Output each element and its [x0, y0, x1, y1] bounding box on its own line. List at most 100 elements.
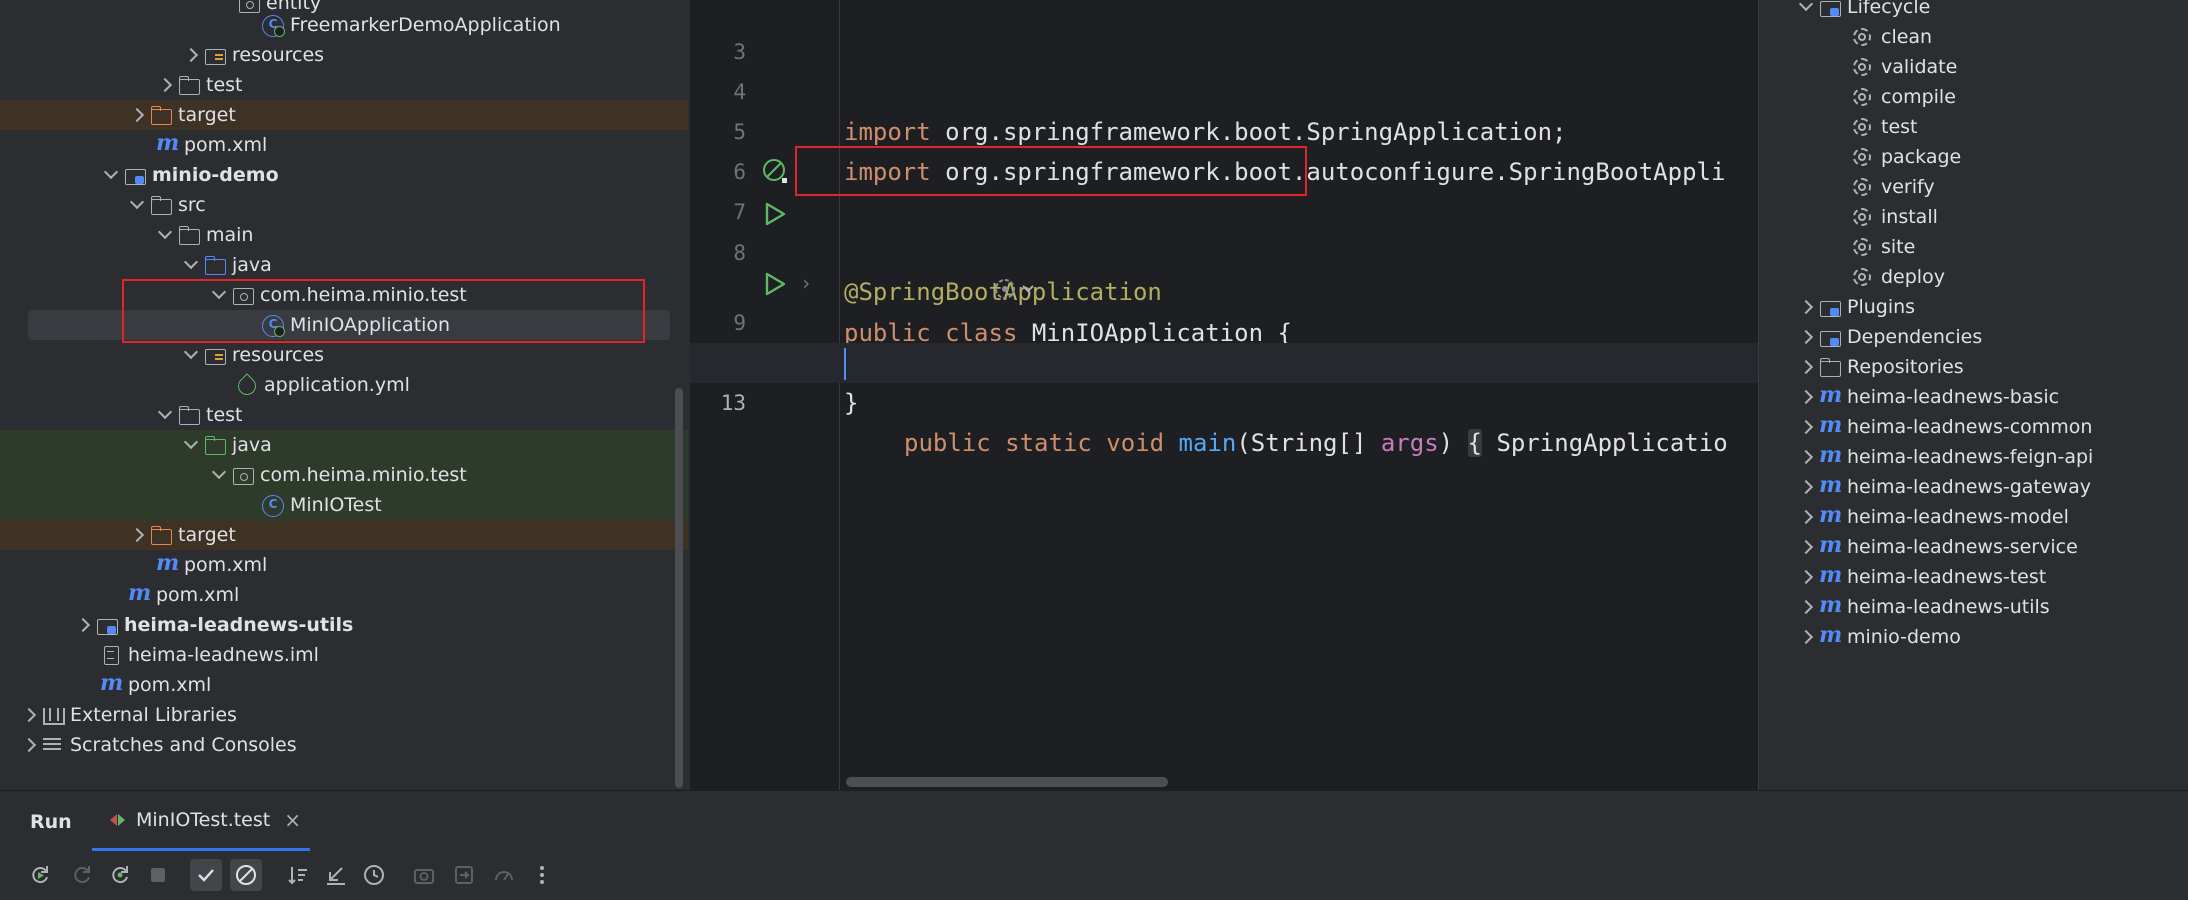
chevron-right-icon[interactable] — [1795, 502, 1819, 532]
export-icon[interactable] — [448, 859, 480, 891]
chevron-right-icon[interactable] — [1795, 592, 1819, 622]
run-gutter-icon[interactable] — [762, 201, 786, 226]
tree-item-pom[interactable]: pom.xml — [0, 550, 688, 580]
fold-chevron-icon[interactable]: › — [800, 263, 812, 303]
tree-item-target[interactable]: target — [0, 100, 688, 130]
spring-bean-gutter-icon[interactable] — [762, 158, 787, 183]
tree-item-scratches[interactable]: Scratches and Consoles — [0, 730, 688, 760]
chevron-right-icon[interactable] — [1795, 532, 1819, 562]
maven-goal-verify[interactable]: verify — [1851, 172, 1935, 202]
maven-plugins-node[interactable]: Plugins — [1795, 292, 1915, 322]
tree-item-target[interactable]: target — [0, 520, 688, 550]
chevron-down-icon[interactable] — [154, 220, 178, 250]
import-icon[interactable] — [488, 859, 520, 891]
run-tab-minio-test[interactable]: MinIOTest.test × — [92, 791, 310, 851]
chevron-right-icon[interactable] — [1795, 382, 1819, 412]
maven-dependencies-node[interactable]: Dependencies — [1795, 322, 1982, 352]
collapse-all-icon[interactable] — [320, 859, 352, 891]
bean-inlay-icon[interactable] — [906, 234, 1034, 299]
horizontal-scrollbar[interactable] — [846, 777, 1168, 787]
tree-item-test[interactable]: test — [0, 70, 688, 100]
vertical-scrollbar[interactable] — [675, 388, 683, 788]
tree-item-resources[interactable]: resources — [0, 340, 688, 370]
maven-module-node[interactable]: heima-leadnews-model — [1795, 502, 2069, 532]
show-passed-icon[interactable] — [190, 859, 222, 891]
tree-item-freemarker-demo-application[interactable]: FreemarkerDemoApplication — [0, 10, 688, 40]
show-ignored-icon[interactable] — [230, 859, 262, 891]
maven-module-node[interactable]: heima-leadnews-utils — [1795, 592, 2050, 622]
maven-module-node[interactable]: heima-leadnews-basic — [1795, 382, 2059, 412]
chevron-right-icon[interactable] — [72, 610, 96, 640]
tree-item-test-java[interactable]: java — [0, 430, 688, 460]
maven-goal-compile[interactable]: compile — [1851, 82, 1956, 112]
maven-module-node[interactable]: heima-leadnews-gateway — [1795, 472, 2091, 502]
tree-item-main[interactable]: main — [0, 220, 688, 250]
tree-item-test[interactable]: test — [0, 400, 688, 430]
chevron-right-icon[interactable] — [18, 700, 42, 730]
screenshot-icon[interactable] — [408, 859, 440, 891]
chevron-down-icon[interactable] — [154, 400, 178, 430]
maven-module-node[interactable]: heima-leadnews-service — [1795, 532, 2078, 562]
chevron-right-icon[interactable] — [1795, 322, 1819, 352]
tree-item-iml[interactable]: heima-leadnews.iml — [0, 640, 688, 670]
run-gutter-icon[interactable] — [762, 271, 786, 296]
tree-item-resources[interactable]: resources — [0, 40, 688, 70]
history-icon[interactable] — [358, 859, 390, 891]
chevron-right-icon[interactable] — [1795, 472, 1819, 502]
chevron-down-icon[interactable] — [208, 460, 232, 490]
chevron-down-icon[interactable] — [180, 340, 204, 370]
maven-module-node[interactable]: heima-leadnews-common — [1795, 412, 2092, 442]
tree-item-pom[interactable]: pom.xml — [0, 670, 688, 700]
tree-item-minio-demo[interactable]: minio-demo — [0, 160, 688, 190]
tree-item-minio-test[interactable]: MinIOTest — [0, 490, 688, 520]
tree-item-external-libraries[interactable]: External Libraries — [0, 700, 688, 730]
maven-goal-validate[interactable]: validate — [1851, 52, 1957, 82]
tree-item-pom[interactable]: pom.xml — [0, 130, 688, 160]
rerun-icon[interactable] — [24, 859, 56, 891]
chevron-down-icon[interactable] — [100, 160, 124, 190]
chevron-down-icon[interactable] — [180, 250, 204, 280]
chevron-right-icon[interactable] — [1795, 352, 1819, 382]
chevron-right-icon[interactable] — [180, 40, 204, 70]
chevron-right-icon[interactable] — [1795, 292, 1819, 322]
tree-item-heima-leadnews-utils[interactable]: heima-leadnews-utils — [0, 610, 688, 640]
chevron-right-icon[interactable] — [154, 70, 178, 100]
chevron-down-icon[interactable] — [126, 190, 150, 220]
chevron-right-icon[interactable] — [1795, 562, 1819, 592]
chevron-down-icon[interactable] — [208, 280, 232, 310]
chevron-right-icon[interactable] — [126, 520, 150, 550]
tree-item-java[interactable]: java — [0, 250, 688, 280]
maven-goal-package[interactable]: package — [1851, 142, 1961, 172]
maven-goal-deploy[interactable]: deploy — [1851, 262, 1945, 292]
maven-module-node[interactable]: heima-leadnews-feign-api — [1795, 442, 2093, 472]
more-icon[interactable] — [526, 859, 558, 891]
maven-goal-clean[interactable]: clean — [1851, 22, 1932, 52]
chevron-right-icon[interactable] — [18, 730, 42, 760]
close-icon[interactable]: × — [284, 808, 301, 832]
rerun-failed-icon[interactable] — [66, 859, 98, 891]
tree-item-minio-application[interactable]: MinIOApplication — [0, 310, 688, 340]
chevron-down-icon[interactable] — [180, 430, 204, 460]
chevron-right-icon[interactable] — [1795, 622, 1819, 652]
chevron-right-icon[interactable] — [126, 100, 150, 130]
tree-item-package-test[interactable]: com.heima.minio.test — [0, 460, 688, 490]
toggle-auto-test-icon[interactable] — [104, 859, 136, 891]
maven-module-node[interactable]: heima-leadnews-test — [1795, 562, 2046, 592]
tree-item-package-main[interactable]: com.heima.minio.test — [0, 280, 688, 310]
tree-item-src[interactable]: src — [0, 190, 688, 220]
maven-lifecycle-node[interactable]: Lifecycle — [1795, 0, 1930, 22]
maven-repositories-node[interactable]: Repositories — [1795, 352, 1964, 382]
folded-region[interactable]: { — [1467, 429, 1482, 457]
maven-goal-install[interactable]: install — [1851, 202, 1938, 232]
maven-goal-site[interactable]: site — [1851, 232, 1915, 262]
maven-module-node[interactable]: minio-demo — [1795, 622, 1961, 652]
tree-item-application-yml[interactable]: application.yml — [0, 370, 688, 400]
tree-item-pom[interactable]: pom.xml — [0, 580, 688, 610]
code-editor[interactable]: 3 4 import org.springframework.boot.Spri… — [690, 0, 1758, 790]
maven-goal-test[interactable]: test — [1851, 112, 1918, 142]
sort-icon[interactable] — [282, 859, 314, 891]
chevron-right-icon[interactable] — [1795, 442, 1819, 472]
chevron-down-icon[interactable] — [1795, 0, 1819, 22]
stop-icon[interactable] — [142, 859, 174, 891]
chevron-right-icon[interactable] — [1795, 412, 1819, 442]
